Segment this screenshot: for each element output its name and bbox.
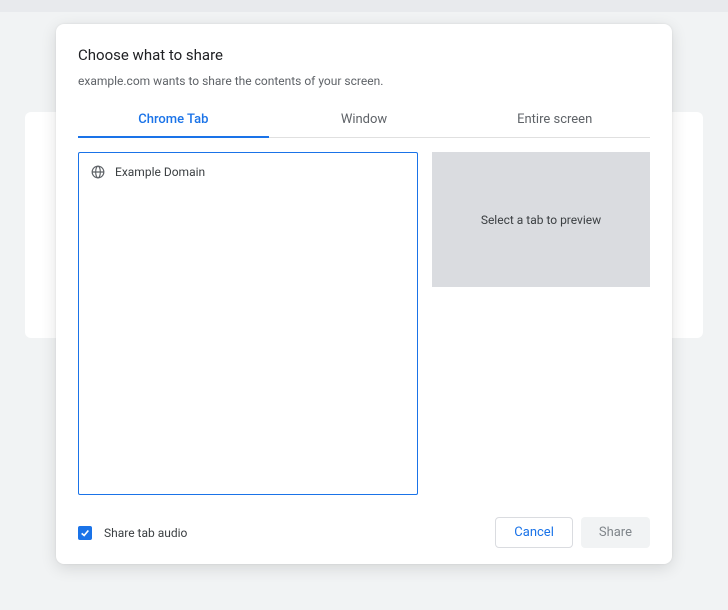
checkmark-icon xyxy=(80,528,90,538)
tab-entire-screen[interactable]: Entire screen xyxy=(459,104,650,137)
share-button[interactable]: Share xyxy=(581,517,650,548)
browser-top-bar xyxy=(0,0,728,12)
tab-chrome-tab[interactable]: Chrome Tab xyxy=(78,104,269,137)
cancel-button[interactable]: Cancel xyxy=(495,517,573,548)
share-dialog: Choose what to share example.com wants t… xyxy=(56,24,672,564)
tab-list[interactable]: Example Domain xyxy=(78,152,418,495)
preview-placeholder: Select a tab to preview xyxy=(481,213,601,227)
tab-list-item-label: Example Domain xyxy=(115,165,205,179)
globe-icon xyxy=(91,165,105,179)
content-row: Example Domain Select a tab to preview xyxy=(78,152,650,495)
share-audio-row: Share tab audio xyxy=(78,526,187,540)
dialog-title: Choose what to share xyxy=(78,46,650,64)
dialog-subtitle: example.com wants to share the contents … xyxy=(78,74,650,88)
tab-list-item[interactable]: Example Domain xyxy=(89,161,407,183)
tab-window[interactable]: Window xyxy=(269,104,460,137)
share-audio-checkbox[interactable] xyxy=(78,526,92,540)
dialog-footer: Share tab audio Cancel Share xyxy=(78,495,650,548)
share-mode-tabs: Chrome Tab Window Entire screen xyxy=(78,104,650,138)
dialog-buttons: Cancel Share xyxy=(495,517,650,548)
preview-pane: Select a tab to preview xyxy=(432,152,650,287)
share-audio-label: Share tab audio xyxy=(104,526,187,540)
